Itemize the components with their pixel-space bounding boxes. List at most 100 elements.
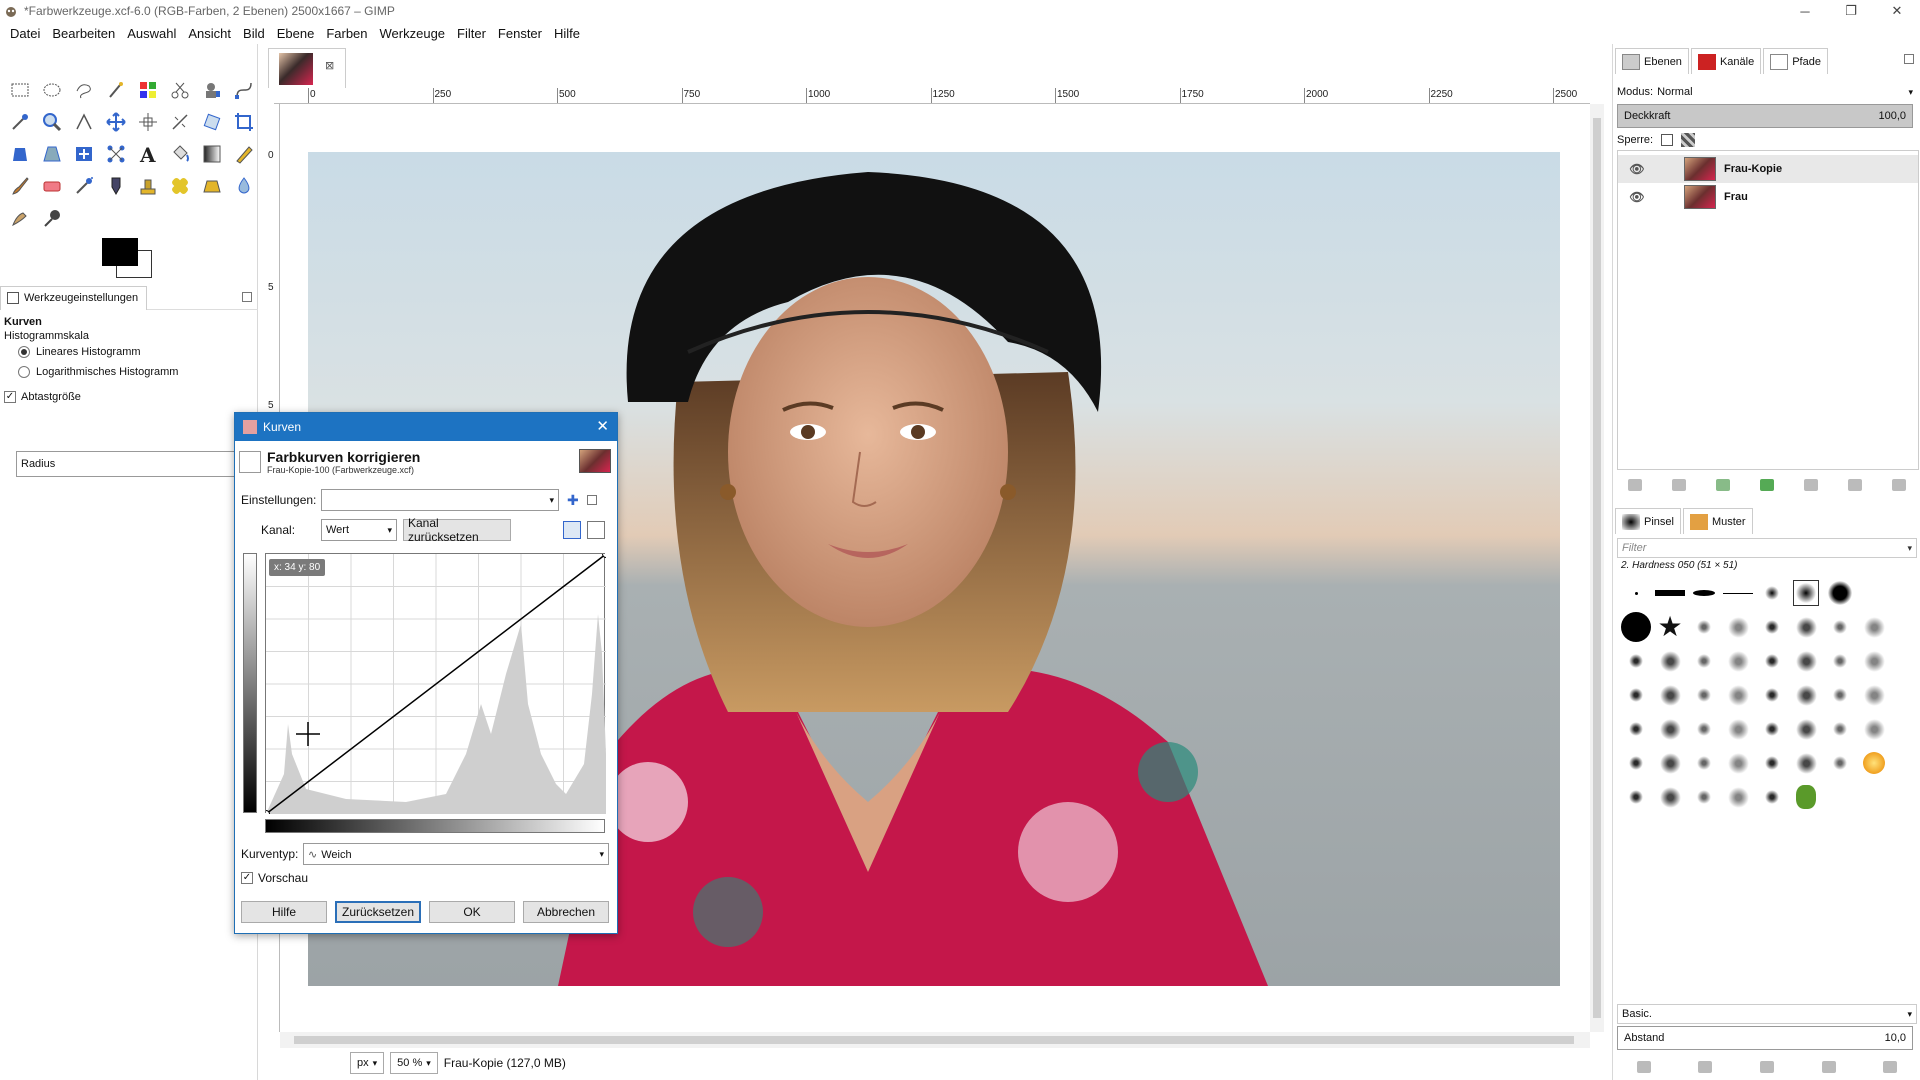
image-tab[interactable]: ⊠	[268, 48, 346, 88]
brush-preset[interactable]	[1789, 576, 1823, 610]
new-group-icon[interactable]	[1672, 479, 1686, 491]
measure-tool[interactable]	[68, 106, 100, 138]
layer-row-frau-kopie[interactable]: 👁 Frau-Kopie	[1618, 155, 1918, 183]
brush-preset[interactable]	[1653, 644, 1687, 678]
smudge-tool[interactable]	[4, 202, 36, 234]
dodge-burn-tool[interactable]	[36, 202, 68, 234]
brush-preset[interactable]	[1653, 746, 1687, 780]
airbrush-tool[interactable]	[68, 170, 100, 202]
align-tool[interactable]	[132, 106, 164, 138]
foreground-select-tool[interactable]	[196, 74, 228, 106]
transform-tool[interactable]	[164, 106, 196, 138]
channel-select[interactable]: Wert ▾	[321, 519, 397, 541]
tool-options-tab[interactable]: Werkzeugeinstellungen	[0, 285, 148, 310]
brush-preset[interactable]	[1755, 678, 1789, 712]
menu-farben[interactable]: Farben	[320, 26, 373, 41]
brush-preset[interactable]	[1721, 780, 1755, 814]
edit-brush-icon[interactable]	[1636, 1061, 1651, 1073]
linear-histogram-radio[interactable]	[18, 346, 30, 358]
minimize-button[interactable]: ─	[1782, 0, 1828, 22]
help-button[interactable]: Hilfe	[241, 901, 327, 923]
log-histogram-option[interactable]: Logarithmisches Histogramm	[4, 366, 178, 378]
brush-preset[interactable]	[1823, 712, 1857, 746]
brush-preset[interactable]	[1721, 644, 1755, 678]
tab-kanaele[interactable]: Kanäle	[1690, 48, 1762, 74]
raise-layer-icon[interactable]	[1716, 479, 1730, 491]
color-picker-tool[interactable]	[4, 106, 36, 138]
menu-ebene[interactable]: Ebene	[271, 26, 321, 41]
heal-tool[interactable]	[164, 170, 196, 202]
menu-auswahl[interactable]: Auswahl	[121, 26, 182, 41]
perspective-clone-tool[interactable]	[196, 170, 228, 202]
brush-preset[interactable]	[1687, 610, 1721, 644]
tab-pinsel[interactable]: Pinsel	[1615, 508, 1681, 534]
sample-size-checkbox[interactable]: ✓	[4, 391, 16, 403]
brush-preset[interactable]	[1823, 576, 1857, 610]
menu-bild[interactable]: Bild	[237, 26, 271, 41]
brush-preset[interactable]	[1721, 576, 1755, 610]
dock-menu-icon[interactable]	[1904, 54, 1914, 64]
brush-preset[interactable]	[1857, 678, 1891, 712]
brush-preset[interactable]	[1755, 780, 1789, 814]
close-image-tab-icon[interactable]: ⊠	[325, 59, 334, 72]
perspective-tool[interactable]	[4, 138, 36, 170]
eraser-tool[interactable]	[36, 170, 68, 202]
log-histogram-radio[interactable]	[18, 366, 30, 378]
tab-pfade[interactable]: Pfade	[1763, 48, 1828, 74]
lower-layer-icon[interactable]	[1760, 479, 1774, 491]
brush-preset[interactable]	[1721, 712, 1755, 746]
brush-preset[interactable]	[1789, 644, 1823, 678]
warp-transform-tool[interactable]	[68, 138, 100, 170]
menu-ansicht[interactable]: Ansicht	[182, 26, 237, 41]
delete-brush-icon[interactable]	[1821, 1061, 1836, 1073]
brush-preset[interactable]	[1687, 712, 1721, 746]
crop-tool[interactable]	[228, 106, 260, 138]
foreground-color-swatch[interactable]	[102, 238, 138, 266]
brush-preset[interactable]	[1687, 644, 1721, 678]
brush-preset-select[interactable]: Basic. ▾	[1617, 1004, 1917, 1024]
menu-werkzeuge[interactable]: Werkzeuge	[374, 26, 452, 41]
gradient-tool[interactable]	[196, 138, 228, 170]
mode-row[interactable]: Modus: Normal ▾	[1617, 82, 1917, 102]
brush-preset[interactable]	[1619, 678, 1653, 712]
brush-preset[interactable]	[1619, 644, 1653, 678]
delete-layer-icon[interactable]	[1892, 479, 1906, 491]
linear-histogram-option[interactable]: Lineares Histogramm	[4, 346, 141, 358]
ok-button[interactable]: OK	[429, 901, 515, 923]
menu-datei[interactable]: Datei	[4, 26, 46, 41]
brush-preset[interactable]	[1755, 746, 1789, 780]
brush-preset[interactable]	[1687, 678, 1721, 712]
brush-preset[interactable]	[1721, 678, 1755, 712]
brush-preset[interactable]	[1789, 746, 1823, 780]
color-swatches[interactable]	[98, 234, 158, 284]
duplicate-brush-icon[interactable]	[1759, 1061, 1774, 1073]
brush-preset[interactable]	[1823, 746, 1857, 780]
brush-preset[interactable]	[1823, 780, 1857, 814]
presets-select[interactable]: ▾	[321, 489, 559, 511]
brush-preset[interactable]	[1823, 678, 1857, 712]
eye-icon[interactable]: 👁	[1628, 162, 1646, 176]
layer-row-frau[interactable]: 👁 Frau	[1618, 183, 1918, 211]
preset-menu-icon[interactable]	[586, 495, 597, 505]
select-by-color-tool[interactable]	[132, 74, 164, 106]
menu-fenster[interactable]: Fenster	[492, 26, 548, 41]
vertical-scrollbar[interactable]	[1590, 104, 1604, 1032]
brush-preset[interactable]	[1857, 610, 1891, 644]
bucket-fill-tool[interactable]	[164, 138, 196, 170]
cancel-button[interactable]: Abbrechen	[523, 901, 609, 923]
move-tool[interactable]	[100, 106, 132, 138]
curve-graph[interactable]	[262, 550, 610, 818]
ellipse-select-tool[interactable]	[36, 74, 68, 106]
opacity-slider[interactable]: Deckkraft 100,0	[1617, 104, 1913, 128]
brush-preset[interactable]	[1755, 610, 1789, 644]
horizontal-scrollbar[interactable]	[280, 1032, 1590, 1048]
menu-bearbeiten[interactable]: Bearbeiten	[46, 26, 121, 41]
rect-select-tool[interactable]	[4, 74, 36, 106]
brush-preset[interactable]	[1653, 780, 1687, 814]
preview-row[interactable]: ✓ Vorschau	[241, 871, 308, 885]
clone-tool[interactable]	[132, 170, 164, 202]
linear-histogram-toggle-icon[interactable]	[563, 521, 581, 539]
eye-icon[interactable]: 👁	[1628, 190, 1646, 204]
brush-preset[interactable]	[1653, 712, 1687, 746]
brush-preset[interactable]	[1823, 610, 1857, 644]
